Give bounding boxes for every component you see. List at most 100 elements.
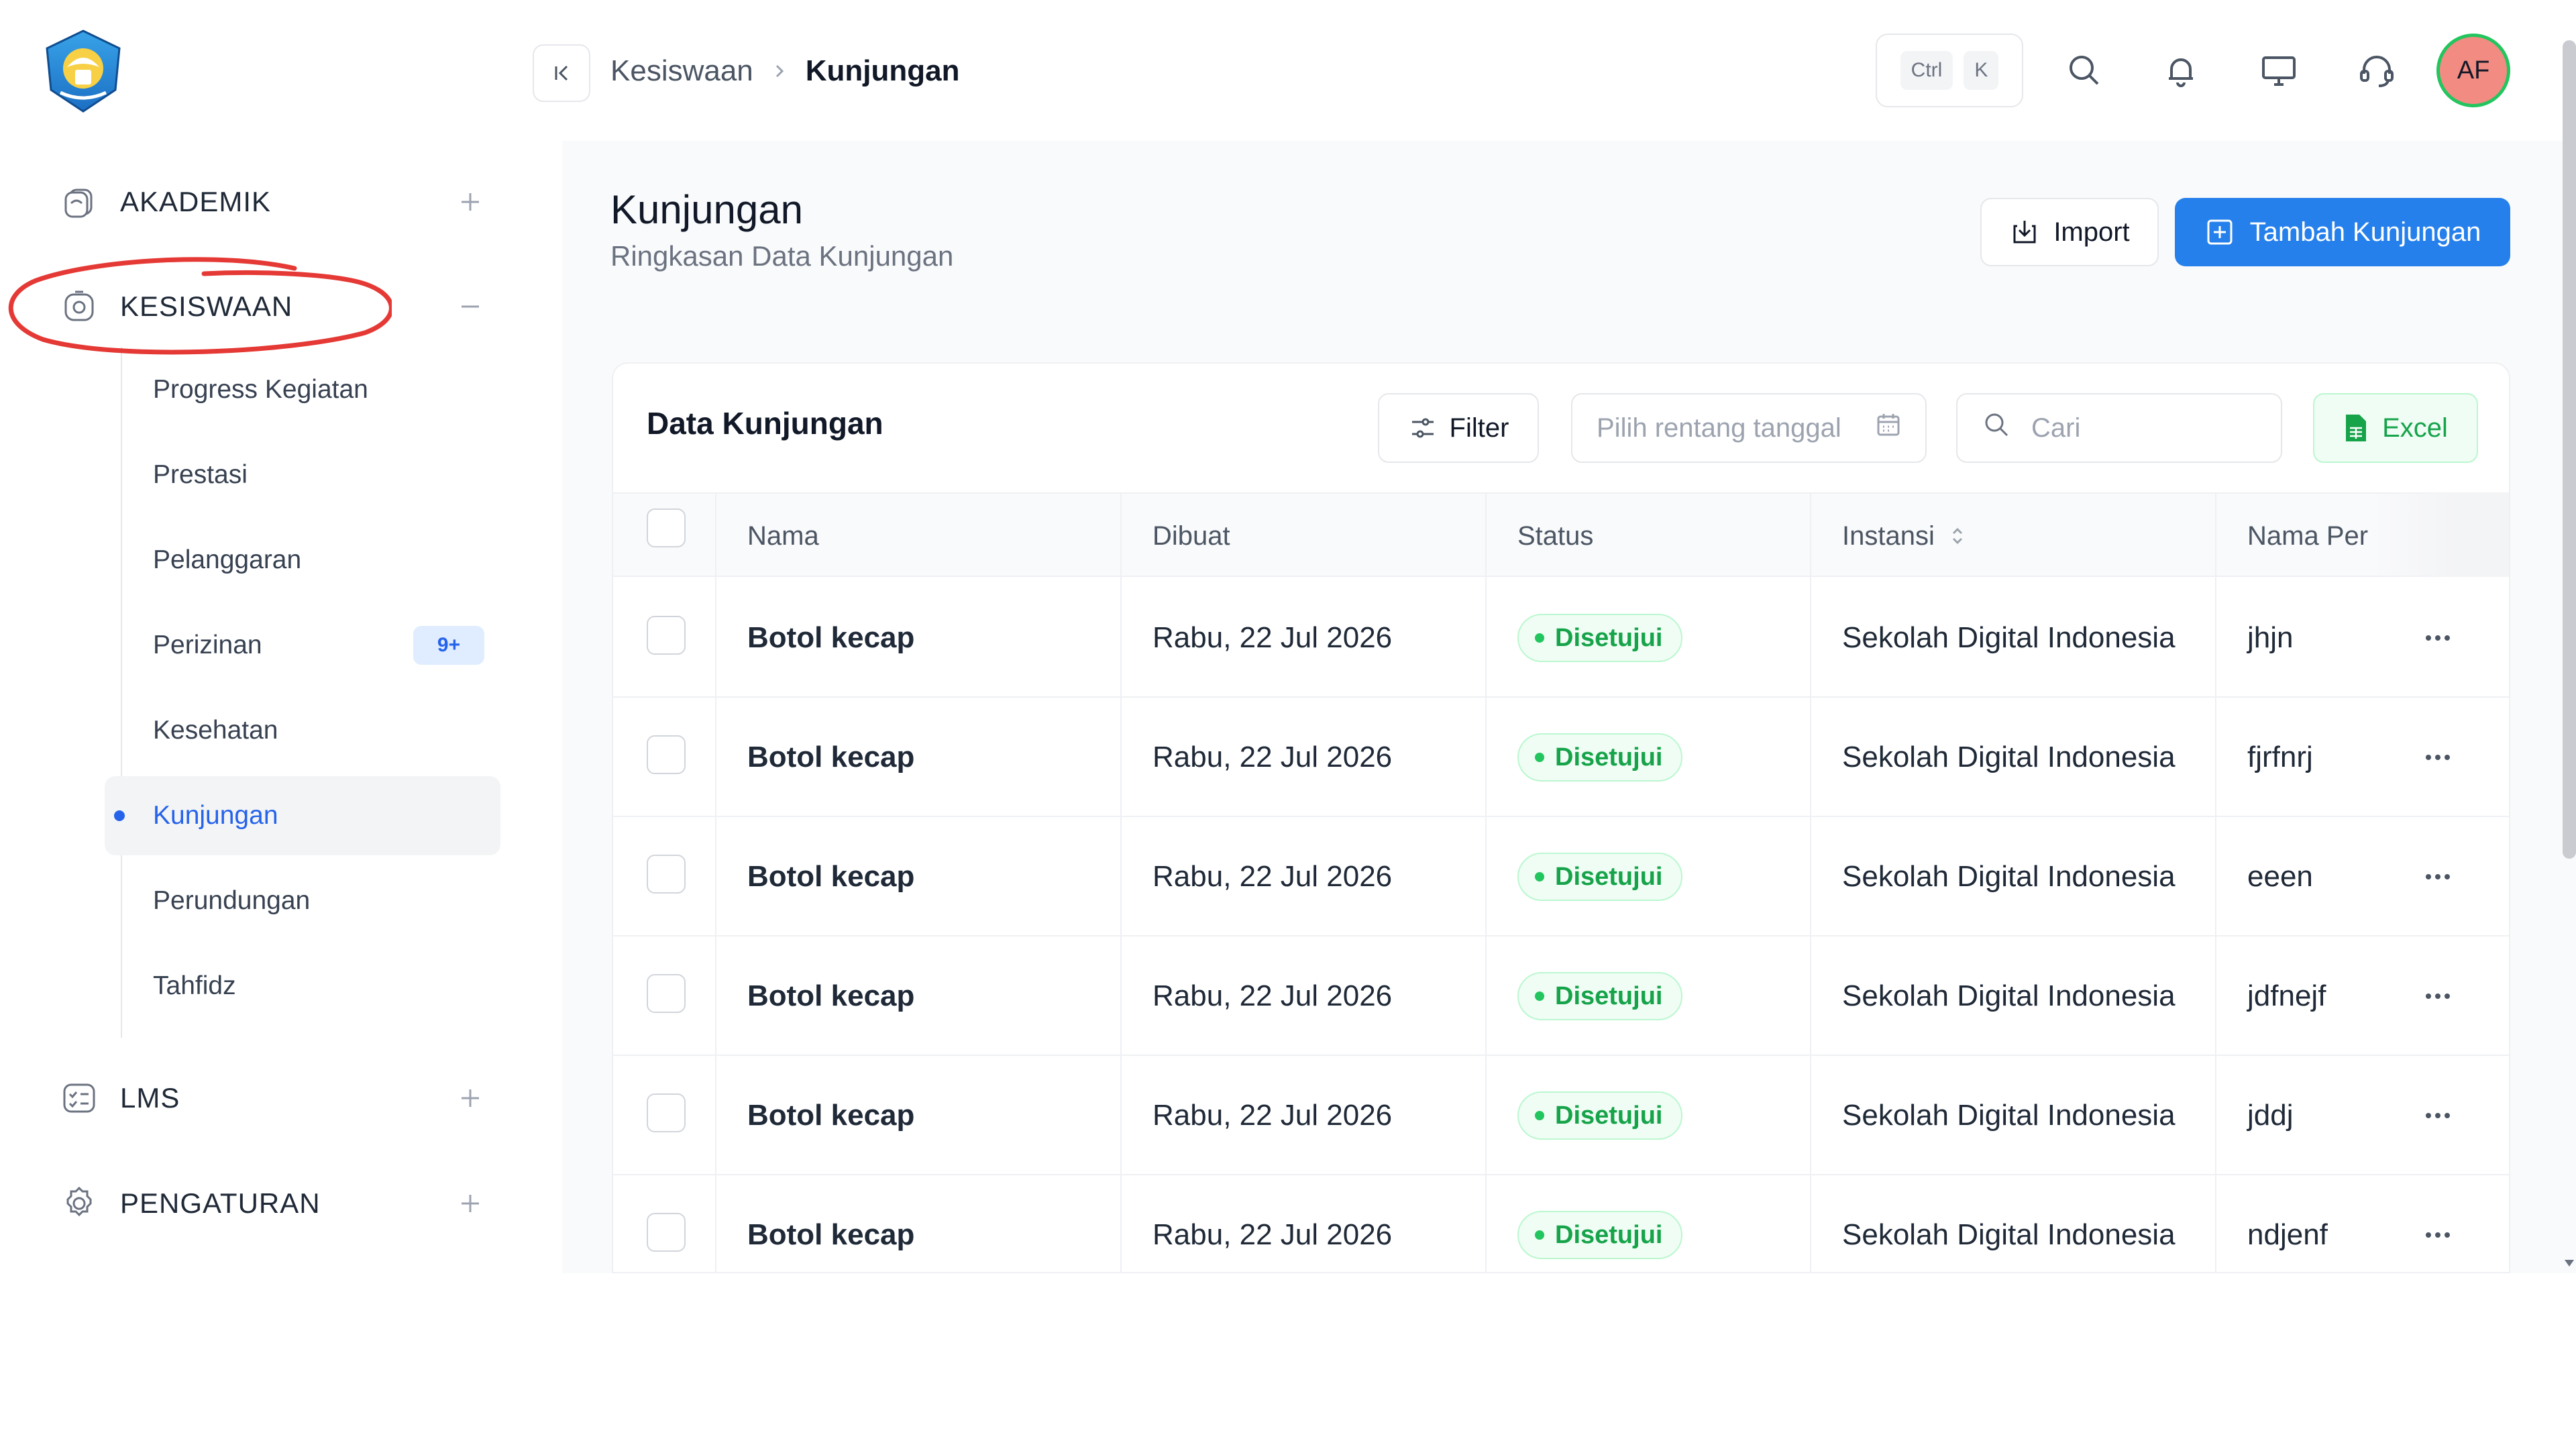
cell-dibuat: Rabu, 22 Jul 2026	[1152, 1218, 1393, 1251]
breadcrumb-parent[interactable]: Kesiswaan	[610, 54, 753, 88]
import-icon	[2013, 221, 2036, 244]
status-label: Disetujui	[1555, 981, 1663, 1010]
sidebar-item-perizinan[interactable]: Perizinan 9+	[105, 606, 500, 685]
status-badge: Disetujui	[1517, 614, 1683, 662]
plus-icon[interactable]	[455, 1083, 486, 1114]
sidebar-item-kunjungan[interactable]: Kunjungan	[105, 776, 500, 855]
column-header-nama[interactable]: Nama	[747, 494, 819, 578]
table-row[interactable]: Botol kecap Rabu, 22 Jul 2026 Disetujui Sek…	[613, 936, 2509, 1056]
table-row[interactable]: Botol kecap Rabu, 22 Jul 2026 Disetujui Sek…	[613, 578, 2509, 698]
table-row[interactable]: Botol kecap Rabu, 22 Jul 2026 Disetujui Sek…	[613, 698, 2509, 817]
row-checkbox[interactable]	[647, 855, 686, 894]
status-label: Disetujui	[1555, 1220, 1663, 1249]
nav-group-label: AKADEMIK	[120, 186, 272, 217]
column-header-nama-per[interactable]: Nama Per	[2247, 494, 2368, 578]
search-icon[interactable]	[2061, 47, 2108, 94]
row-checkbox[interactable]	[647, 735, 686, 774]
date-range-input[interactable]: Pilih rentang tanggal	[1571, 393, 1927, 463]
sidebar-item-perundungan[interactable]: Perundungan	[105, 861, 500, 941]
cell-instansi: Sekolah Digital Indonesia	[1842, 741, 2176, 773]
sidebar-item-tahfidz[interactable]: Tahfidz	[105, 947, 500, 1026]
column-header-dibuat[interactable]: Dibuat	[1152, 494, 1230, 578]
nav-group-akademik[interactable]: AKADEMIK	[0, 158, 562, 246]
add-kunjungan-label: Tambah Kunjungan	[2249, 217, 2481, 247]
sidebar-item-prestasi[interactable]: Prestasi	[105, 435, 500, 515]
column-header-instansi[interactable]: Instansi	[1842, 494, 1966, 578]
nav-group-pengaturan[interactable]: PENGATURAN	[0, 1160, 562, 1247]
command-palette-shortcut[interactable]: Ctrl K	[1876, 34, 2023, 107]
table-row[interactable]: Botol kecap Rabu, 22 Jul 2026 Disetujui Sek…	[613, 1056, 2509, 1175]
table-row[interactable]: Botol kecap Rabu, 22 Jul 2026 Disetujui Sek…	[613, 1175, 2509, 1272]
column-header-status[interactable]: Status	[1517, 494, 1593, 578]
filter-button[interactable]: Filter	[1378, 393, 1539, 463]
nav-group-lms[interactable]: LMS	[0, 1055, 562, 1142]
kbd-k: K	[1964, 51, 1999, 90]
select-all-checkbox[interactable]	[647, 508, 686, 547]
headset-icon[interactable]	[2353, 47, 2400, 94]
row-checkbox[interactable]	[647, 974, 686, 1013]
plus-icon[interactable]	[455, 1188, 486, 1219]
add-kunjungan-button[interactable]: Tambah Kunjungan	[2175, 198, 2510, 266]
more-options-icon[interactable]	[2418, 1056, 2458, 1175]
sidebar-item-label: Pelanggaran	[153, 545, 302, 574]
cell-status: Disetujui	[1517, 1056, 1683, 1175]
cell-nama-per: fjrfnrj	[2247, 741, 2313, 773]
sidebar-item-label: Progress Kegiatan	[153, 375, 368, 404]
plus-square-icon	[2207, 219, 2233, 245]
more-options-icon[interactable]	[2418, 936, 2458, 1056]
page-title: Kunjungan	[610, 187, 803, 232]
export-excel-button[interactable]: Excel	[2313, 393, 2478, 463]
search-input[interactable]: Cari	[1956, 393, 2282, 463]
sidebar-item-kesehatan[interactable]: Kesehatan	[105, 691, 500, 770]
kbd-ctrl: Ctrl	[1900, 51, 1953, 90]
more-options-icon[interactable]	[2418, 698, 2458, 817]
cell-status: Disetujui	[1517, 698, 1683, 817]
collapse-left-icon	[555, 65, 568, 81]
status-badge: Disetujui	[1517, 853, 1683, 901]
row-checkbox[interactable]	[647, 1213, 686, 1252]
cell-status: Disetujui	[1517, 578, 1683, 698]
user-avatar[interactable]: AF	[2436, 34, 2510, 107]
calendar-icon	[1874, 411, 1902, 445]
plus-icon[interactable]	[455, 186, 486, 217]
notification-badge: 9+	[413, 626, 484, 665]
status-dot-icon	[1535, 1230, 1544, 1240]
row-checkbox[interactable]	[647, 616, 686, 655]
vertical-scrollbar[interactable]	[2563, 40, 2576, 859]
app-window: AKADEMIK KESISWAAN Progress Kegiatan Pre…	[0, 0, 2576, 1273]
school-logo[interactable]	[40, 28, 126, 114]
breadcrumb-current: Kunjungan	[805, 54, 960, 87]
cell-dibuat: Rabu, 22 Jul 2026	[1152, 621, 1393, 654]
breadcrumb: Kesiswaan Kunjungan	[610, 51, 960, 91]
sort-icon[interactable]	[1949, 525, 1966, 547]
cell-status: Disetujui	[1517, 936, 1683, 1056]
sidebar-item-progress-kegiatan[interactable]: Progress Kegiatan	[105, 350, 500, 429]
cell-nama: Botol kecap	[747, 741, 915, 773]
sidebar-item-label: Kesehatan	[153, 716, 278, 745]
nav-group-kesiswaan[interactable]: KESISWAAN	[0, 263, 562, 350]
status-badge: Disetujui	[1517, 1091, 1683, 1140]
scroll-down-icon[interactable]	[2563, 1256, 2576, 1269]
table-row[interactable]: Botol kecap Rabu, 22 Jul 2026 Disetujui Sek…	[613, 817, 2509, 936]
more-options-icon[interactable]	[2418, 578, 2458, 698]
more-options-icon[interactable]	[2418, 817, 2458, 936]
minus-icon[interactable]	[455, 291, 486, 322]
status-dot-icon	[1535, 633, 1544, 643]
filter-label: Filter	[1449, 413, 1509, 443]
monitor-icon[interactable]	[2255, 47, 2302, 94]
column-header-label: Instansi	[1842, 521, 1935, 551]
cell-nama-per: ndjenf	[2247, 1218, 2328, 1251]
bell-icon[interactable]	[2157, 47, 2204, 94]
student-badge-icon	[59, 286, 99, 327]
import-button[interactable]: Import	[1980, 198, 2159, 266]
more-options-icon[interactable]	[2418, 1175, 2458, 1272]
collapse-sidebar-button[interactable]	[533, 44, 590, 102]
row-checkbox[interactable]	[647, 1093, 686, 1132]
sidebar-item-pelanggaran[interactable]: Pelanggaran	[105, 521, 500, 600]
page-subtitle: Ringkasan Data Kunjungan	[610, 240, 954, 272]
cell-instansi: Sekolah Digital Indonesia	[1842, 621, 2176, 654]
sliders-icon	[1411, 418, 1434, 438]
data-card: Data Kunjungan Filter Pilih rentang tang…	[612, 362, 2510, 1273]
chevron-right-icon	[772, 64, 787, 78]
nav-group-label: KESISWAAN	[120, 290, 293, 322]
